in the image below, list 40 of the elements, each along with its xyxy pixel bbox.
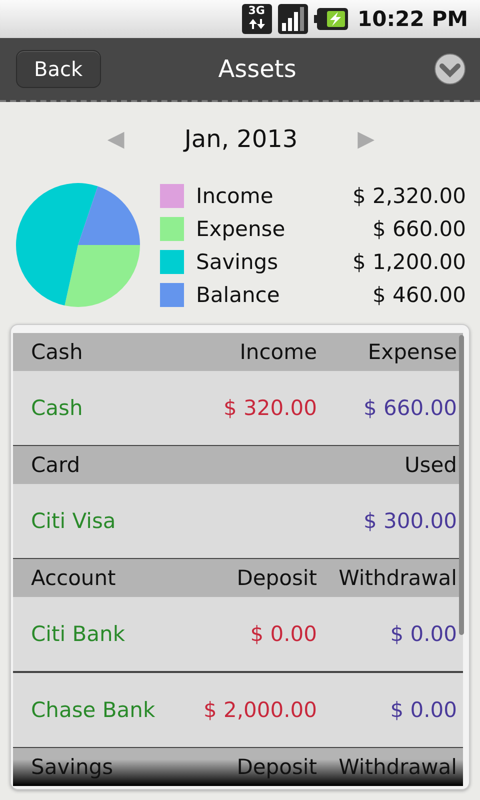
account-name: Citi Bank	[31, 622, 126, 646]
account-name: Citi Visa	[31, 509, 117, 533]
legend-label: Savings	[196, 250, 280, 274]
amount-text: $ 660.00	[362, 396, 457, 420]
column-header: Used	[403, 453, 457, 477]
column-header: Deposit	[236, 755, 317, 779]
clock-text: 10:22 PM	[358, 7, 468, 31]
column-header: Withdrawal	[338, 755, 457, 779]
amount-text: $ 0.00	[389, 622, 457, 646]
legend-label: Balance	[196, 282, 281, 306]
legend-amount: $ 660.00	[372, 216, 466, 240]
column-header: Withdrawal	[338, 566, 457, 590]
account-row[interactable]: Chase Bank $ 2,000.00 $ 0.00	[13, 673, 463, 748]
amount-text: $ 0.00	[389, 698, 457, 722]
column-header: Deposit	[236, 566, 317, 590]
column-header: Expense	[366, 340, 457, 364]
network-icon: 3G	[242, 4, 272, 34]
account-name: Chase Bank	[31, 698, 156, 722]
column-header: Account	[31, 566, 117, 590]
legend-label: Expense	[196, 216, 286, 240]
legend-label: Income	[196, 184, 274, 208]
legend-amount: $ 1,200.00	[352, 250, 466, 274]
column-header: Income	[238, 340, 317, 364]
column-header: Cash	[31, 340, 84, 364]
amount-text: $ 2,000.00	[202, 698, 317, 722]
column-header: Card	[31, 453, 82, 477]
signal-icon	[278, 4, 308, 34]
amount-text: $ 300.00	[362, 509, 457, 533]
chevron-down-icon[interactable]	[434, 53, 466, 85]
back-button[interactable]: Back	[16, 50, 101, 88]
amount-text: $ 0.00	[249, 622, 317, 646]
screen-title: Assets	[217, 55, 298, 83]
month-label: Jan, 2013	[184, 125, 298, 153]
legend-amount: $ 2,320.00	[352, 184, 466, 208]
account-name: Cash	[31, 396, 84, 420]
column-header: Savings	[31, 755, 114, 779]
amount-text: $ 320.00	[222, 396, 317, 420]
battery-charging-icon	[314, 8, 348, 30]
legend-amount: $ 460.00	[372, 282, 466, 306]
account-row[interactable]: Citi Bank $ 0.00 $ 0.00	[13, 597, 463, 673]
